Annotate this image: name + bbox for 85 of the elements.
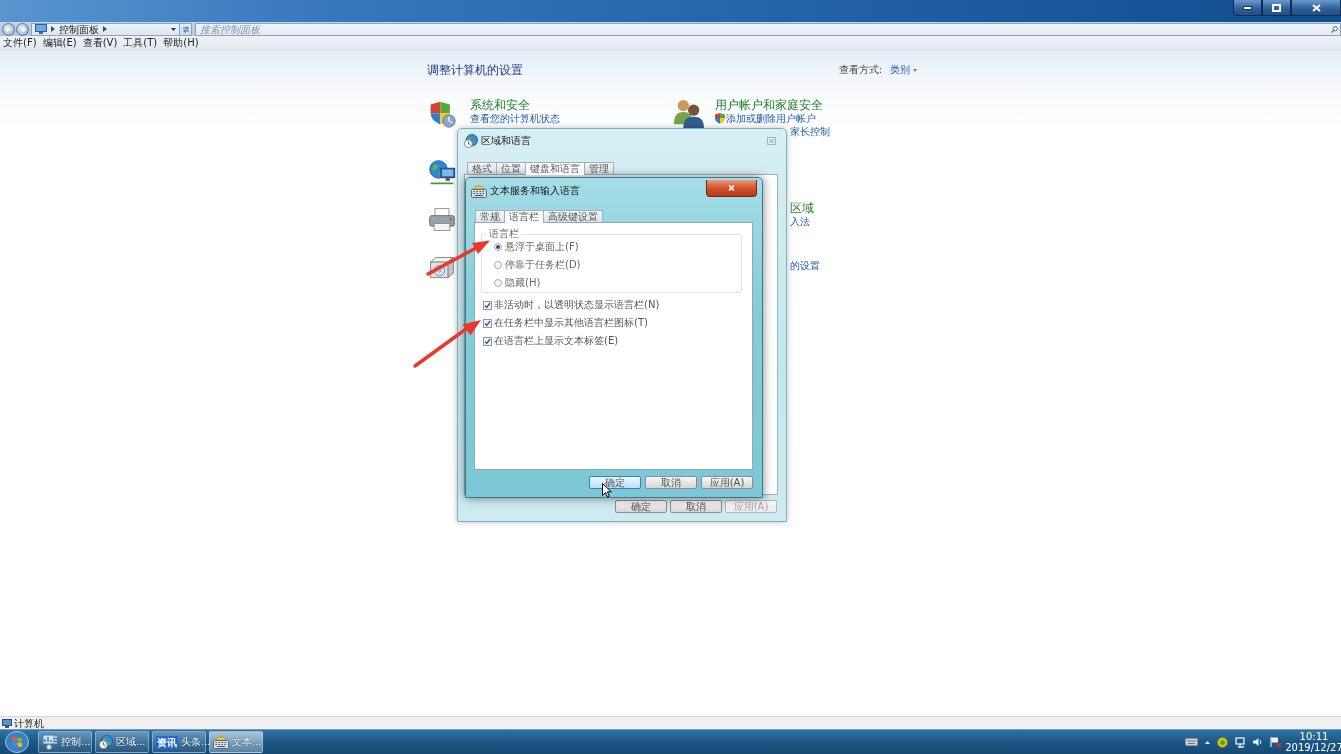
chevron-right-icon [103,26,107,32]
radio-option[interactable]: 隐藏(H) [494,276,741,290]
restore-button[interactable] [1262,0,1291,16]
tab[interactable]: 高级键设置 [543,210,603,222]
tab[interactable]: 语言栏 [504,210,544,223]
menu-item[interactable]: 查看(V) [80,36,120,49]
forward-button[interactable] [16,22,29,36]
printer-icon [428,206,456,234]
close-icon [728,185,735,191]
globe-clock-icon [99,735,113,749]
keyboard-icon [471,184,487,198]
monitor-icon [35,24,47,34]
keyboard-icon[interactable] [1185,738,1198,746]
tab[interactable]: 格式 [467,162,497,174]
computer-icon [2,718,12,728]
restore-icon [1272,3,1281,12]
menu-item[interactable]: 编辑(E) [40,36,79,49]
close-button[interactable] [1291,0,1341,16]
address-bar[interactable]: 控制面板 [31,22,180,36]
group-label: 语言栏 [488,228,520,240]
menu-item[interactable]: 工具(T) [121,36,160,49]
flag-icon[interactable] [1270,736,1282,748]
dialog-title: 区域和语言 [481,135,531,147]
minimize-button[interactable] [1233,0,1262,16]
menu-item[interactable]: 文件(F) [1,36,39,49]
tab[interactable]: 位置 [496,162,526,174]
chevron-right-icon [51,26,55,32]
close-icon [1311,3,1321,12]
tab[interactable]: 键盘和语言 [525,162,585,175]
checkbox-option[interactable]: 非活动时，以透明状态显示语言栏(N) [483,298,742,312]
category-link[interactable]: 添加或删除用户帐户 [726,112,816,125]
dialog-button[interactable]: 取消 [670,500,722,513]
category-link[interactable]: 的设置 [790,259,820,272]
category-link[interactable]: 查看您的计算机状态 [470,112,560,125]
dialog-button[interactable]: 取消 [645,476,697,489]
radio-option[interactable]: 停靠于任务栏(D) [494,258,741,272]
view-by-label: 查看方式: [838,64,882,76]
keyboard-icon [213,735,229,749]
page-heading: 调整计算机的设置 [427,62,523,78]
menu-item[interactable]: 帮助(H) [161,36,201,49]
close-button[interactable] [706,180,757,197]
view-by-dropdown[interactable]: 类别 [890,64,917,76]
tab[interactable]: 管理 [584,162,614,174]
box-disc-icon [428,254,456,282]
app-logo: 资讯 [156,735,178,749]
caret-up-icon[interactable] [1205,740,1210,744]
users-icon [672,98,704,128]
checkbox-option[interactable]: 在任务栏中显示其他语言栏图标(T) [483,316,742,330]
category-link[interactable]: 入法 [790,215,810,228]
minimize-icon [1243,5,1252,10]
category-link[interactable]: 家长控制 [790,125,830,138]
tab[interactable]: 常规 [475,210,505,222]
shield-icon [428,100,456,128]
globe-clock-icon [464,134,478,148]
globe-monitor-icon [428,158,456,186]
refresh-icon [181,25,190,33]
dialog-button[interactable]: 应用(A) [701,476,753,489]
dialog-button[interactable]: 确定 [615,500,667,513]
category-title[interactable]: 系统和安全 [470,98,560,112]
left-arrow-icon [5,25,12,33]
speaker-icon[interactable] [1253,737,1263,747]
start-button[interactable] [4,731,30,753]
breadcrumb-item[interactable]: 控制面板 [59,23,99,35]
annotation-arrow [413,320,481,368]
dialog-title: 文本服务和输入语言 [490,185,580,197]
caret-down-icon [913,68,917,72]
back-button[interactable] [2,22,15,36]
shield-icon [715,113,725,124]
category-title[interactable]: 区域 [790,201,814,215]
category-title[interactable]: 用户帐户和家庭安全 [715,98,830,112]
taskbar-button[interactable]: 控制... [38,731,92,753]
round-app-icon[interactable] [1217,736,1228,748]
taskbar-button[interactable]: 区域... [95,731,149,753]
caret-down-icon[interactable] [171,27,176,31]
windows-logo-icon [5,731,29,753]
radio-option[interactable]: 悬浮于桌面上(F) [494,240,741,254]
annotation-arrow [426,240,490,276]
clock-time[interactable]: 10:11 [1299,731,1329,742]
network-icon[interactable] [1235,736,1246,748]
checkbox-option[interactable]: 在语言栏上显示文本标签(E) [483,334,742,348]
dialog-button[interactable]: 确定 [589,476,641,489]
search-field[interactable]: 搜索控制面板 [195,22,1341,36]
status-text: 计算机 [14,717,44,729]
monitor-chart-icon [42,734,58,750]
right-arrow-icon [19,25,26,33]
